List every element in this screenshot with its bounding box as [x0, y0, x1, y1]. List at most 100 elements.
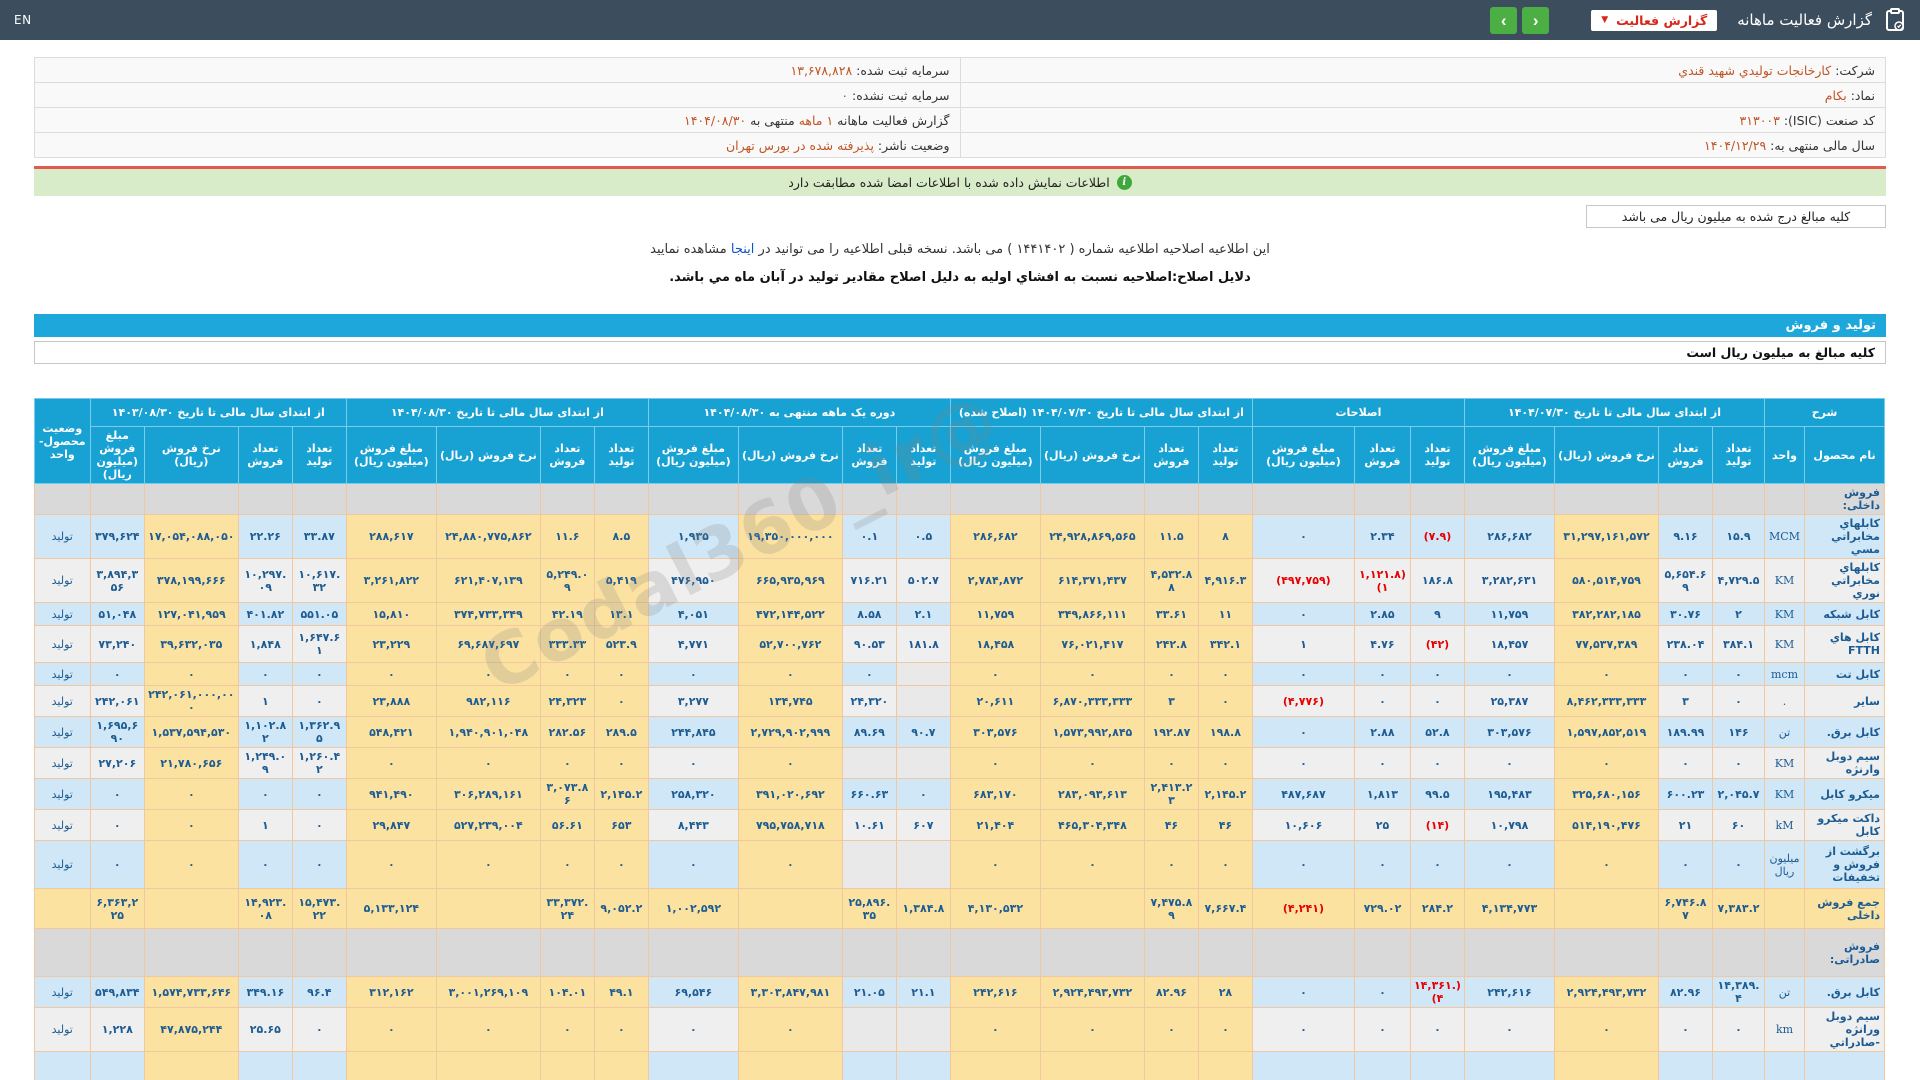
- cell-value: ۲,۷۲۹,۹۰۲,۹۹۹: [737, 716, 843, 748]
- cell-value: ۱۵.۹: [1712, 514, 1765, 559]
- product-name: کابلهاي مخابراتي مسي: [1804, 514, 1885, 559]
- cell-value: ۱,۹۴۰,۹۰۱,۰۴۸: [435, 716, 541, 748]
- cell-value: ۱۹۲.۸۷: [1143, 716, 1199, 748]
- cell: [647, 928, 739, 977]
- cell: [1554, 928, 1659, 977]
- cell-value: ۰: [1554, 1007, 1659, 1052]
- cell-value: ۱۱,۷۵۹: [1463, 602, 1556, 626]
- unit-value: تن: [1764, 716, 1805, 748]
- unit-value: KM: [1764, 558, 1805, 603]
- table-row: سایر. ۰ ۳ ۸,۴۶۲,۳۳۳,۳۳۳ ۲۵,۳۸۷ ۰ ۰ (۴,۷۷۶) ۰ ۳ ۶,۸…: [33, 685, 1885, 717]
- cell-value: ۹۰.۷: [895, 716, 951, 748]
- top-bar: گزارش فعالیت ماهانه گزارش فعالیت ▼ ‹ › E…: [0, 0, 1920, 40]
- cell: [1554, 483, 1659, 515]
- column-prod: تعداد تولید: [593, 426, 649, 484]
- table-row: کابلهاي مخابراتي مسيMCM۰.۳۲.۳۱۲۱,۳۹۳,۹۳۹…: [33, 1051, 1885, 1080]
- cell-value: ۴.۷۶: [1353, 625, 1411, 663]
- cell-value: (۷.۹): [1409, 514, 1465, 559]
- cell-value: ۴۷,۸۷۵,۲۴۴: [143, 1007, 239, 1052]
- language-switch-en[interactable]: EN: [14, 13, 32, 27]
- cell-value: ۴,۹۱۶.۳: [1197, 558, 1253, 603]
- cell-value: ۰: [895, 778, 951, 810]
- cell: [647, 483, 739, 515]
- cell-value: ۱۸۱.۸: [895, 625, 951, 663]
- previous-version-link[interactable]: اینجا: [731, 242, 755, 257]
- cell-value: [1554, 888, 1659, 929]
- cell-value: ۰: [345, 747, 437, 779]
- status-value: تولید: [33, 716, 91, 748]
- next-report-button[interactable]: ‹: [1490, 6, 1518, 34]
- column-amount: مبلغ فروش (میلیون ریال): [1251, 426, 1355, 484]
- status-value: تولید: [33, 602, 91, 626]
- cell-value: ۰: [539, 662, 595, 686]
- cell-value: ۹,۰۵۲.۲: [593, 888, 649, 929]
- report-type-dropdown[interactable]: گزارش فعالیت ▼: [1591, 9, 1718, 31]
- cell-value: ۰: [593, 840, 649, 889]
- cell-value: [841, 1007, 897, 1052]
- cell: [1039, 483, 1145, 515]
- cell-value: ۰: [593, 1007, 649, 1052]
- table-row: برگشت از فروش و تخفیفات میلیون ریال ۰ ۰ ۰ ۰ ۰ ۰…: [33, 840, 1885, 889]
- cell-value: ۰: [647, 662, 739, 686]
- cell-value: (۴,۷۷۶): [1251, 685, 1355, 717]
- cell-value: ۲۸۶,۶۸۲: [1463, 514, 1556, 559]
- cell-value: ۱,۳۶۲.۹۵: [291, 716, 347, 748]
- cell-value: ۰: [291, 840, 347, 889]
- company-label: شرکت:: [1835, 62, 1875, 78]
- cell-value: ۰: [291, 1007, 347, 1052]
- previous-report-button[interactable]: ›: [1522, 6, 1550, 34]
- status-value: تولید: [33, 747, 91, 779]
- cell-value: ۰: [737, 1007, 843, 1052]
- cell-value: ۱.۱: [593, 1051, 649, 1080]
- cell-value: ۶۶۵,۹۳۵,۹۶۹: [737, 558, 843, 603]
- cell-value: ۶,۷۴۶.۸۷: [1658, 888, 1713, 929]
- cell-value: ۵۲۷,۲۳۹,۰۰۴: [435, 809, 541, 841]
- cell-value: ۴۰۱.۸۲: [237, 602, 293, 626]
- cell-value: ۵۱۴,۱۹۰,۴۷۶: [1554, 809, 1659, 841]
- cell-value: ۵,۴۱۹: [593, 558, 649, 603]
- cell-value: ۲,۹۲۴,۴۹۳,۷۳۲: [1554, 976, 1659, 1008]
- page-title: گزارش فعالیت ماهانه: [1737, 11, 1872, 29]
- cell-value: ۱۱.۵: [1143, 514, 1199, 559]
- cell-value: ۰: [89, 778, 145, 810]
- cell-value: ۳,۲۸۲,۶۳۱: [1463, 558, 1556, 603]
- status-value: تولید: [33, 840, 91, 889]
- cell-value: ۱۲۷,۰۴۱,۹۵۹: [143, 602, 239, 626]
- cell-value: ۳۹۱,۰۲۰,۶۹۲: [737, 778, 843, 810]
- report-nav: ‹ ›: [1490, 6, 1550, 34]
- cell-value: ۰: [1353, 747, 1411, 779]
- cell-value: ۰: [1197, 662, 1253, 686]
- cell-value: ۳۰۶,۲۸۹,۱۶۱: [435, 778, 541, 810]
- cell: [1764, 483, 1805, 515]
- cell: [895, 928, 951, 977]
- cell-value: ۰: [291, 662, 347, 686]
- cell: [345, 928, 437, 977]
- table-row: کابلهاي مخابراتي مسي MCM ۱۵.۹ ۹.۱۶ ۳۱,۲۹۷,۱۶…: [33, 514, 1885, 559]
- cell-value: ۳: [1143, 685, 1199, 717]
- cell: [593, 483, 649, 515]
- column-amount: مبلغ فروش (میلیون ریال): [949, 426, 1041, 484]
- cell: [1353, 928, 1411, 977]
- cell-value: ۰.۸۲: [841, 1051, 897, 1080]
- info-icon: i: [1116, 175, 1132, 190]
- cell-value: ۱۴,۹۲۳.۰۸: [237, 888, 293, 929]
- cell-value: ۰: [143, 778, 239, 810]
- column-group-desc: شرح: [1764, 398, 1885, 427]
- cell-value: ۰: [435, 840, 541, 889]
- column-group-1: اصلاحات: [1251, 398, 1465, 427]
- unit-value: KM: [1764, 625, 1805, 663]
- cell: [237, 928, 293, 977]
- cell-value: ۶۸,۰۶۵: [89, 1051, 145, 1080]
- cell-value: ۴,۰۵۱: [647, 602, 739, 626]
- status-value: تولید: [33, 558, 91, 603]
- cell-value: (۴۹۷,۷۵۹): [1251, 558, 1355, 603]
- cell: [33, 888, 91, 929]
- cell: [237, 483, 293, 515]
- cell-value: ۰: [1658, 747, 1713, 779]
- cell: [841, 483, 897, 515]
- cell-value: ۱,۵۹۷,۸۵۲,۵۱۹: [1554, 716, 1659, 748]
- cell-value: ۱۸,۴۵۷: [1463, 625, 1556, 663]
- cell-value: ۱,۳۸۴.۸: [895, 888, 951, 929]
- info-row: نماد: بکام سرمایه ثبت نشده: ۰: [34, 82, 1886, 108]
- cell-value: ۳,۸۹۴,۳۵۶: [89, 558, 145, 603]
